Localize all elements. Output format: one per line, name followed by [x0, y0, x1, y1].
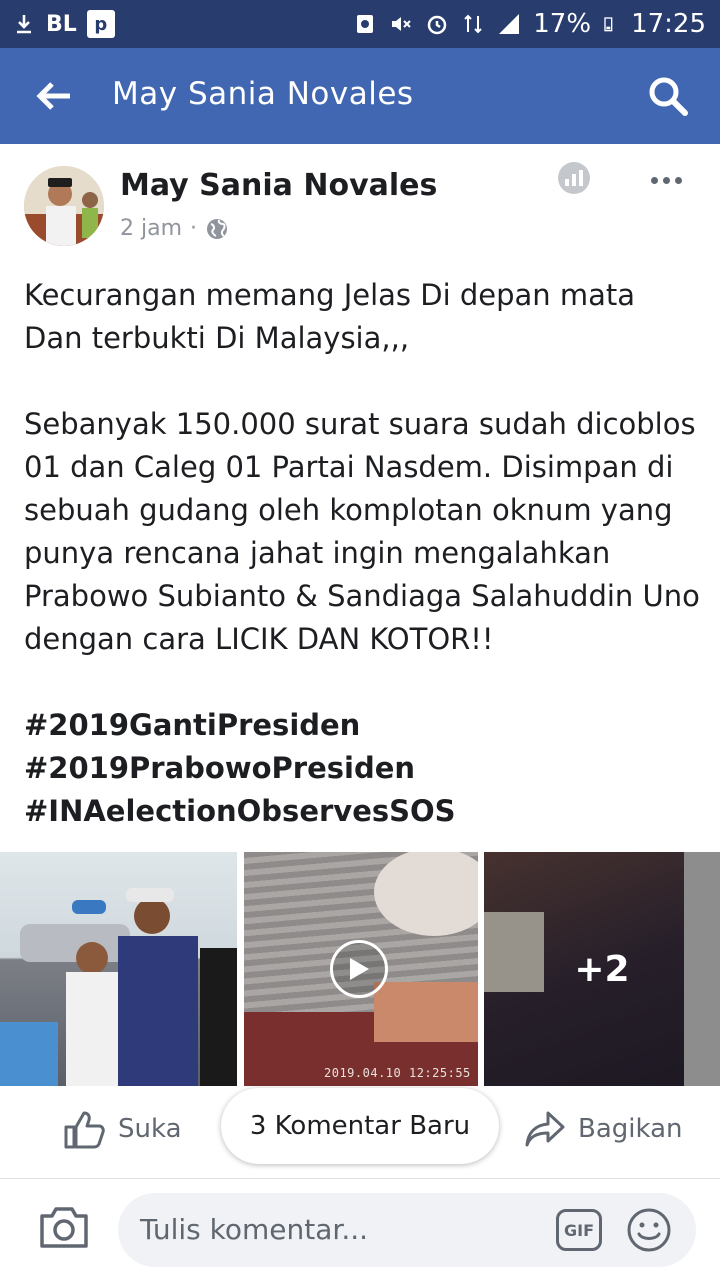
play-icon — [350, 958, 369, 980]
back-button[interactable] — [30, 74, 78, 118]
share-arrow-icon — [525, 1111, 565, 1147]
video-timestamp: 2019.04.10 12:25:55 — [324, 1066, 471, 1080]
search-button[interactable] — [644, 72, 692, 120]
dot-icon — [674, 176, 682, 184]
page-title: May Sania Novales — [112, 76, 414, 112]
app-bar: May Sania Novales — [0, 48, 720, 144]
comment-input[interactable]: Tulis komentar... GIF — [118, 1193, 696, 1267]
photo-thumbnail[interactable] — [0, 852, 237, 1086]
like-button[interactable]: Suka — [62, 1104, 182, 1154]
status-bar-right: 17% 17:25 — [353, 8, 706, 40]
arrow-left-icon — [36, 82, 70, 110]
comment-bar: Tulis komentar... GIF — [0, 1178, 720, 1280]
emoji-button[interactable] — [626, 1207, 672, 1253]
download-icon — [17, 15, 31, 34]
profile-photo-icon — [24, 166, 104, 246]
dot-icon — [650, 176, 658, 184]
clock: 17:25 — [631, 9, 706, 39]
post-text: Kecurangan memang Jelas Di depan mata Da… — [24, 274, 700, 833]
status-bar-left: BL p — [12, 8, 115, 40]
share-button[interactable]: Bagikan — [524, 1104, 683, 1154]
share-label: Bagikan — [578, 1114, 683, 1144]
camera-button[interactable] — [38, 1204, 90, 1250]
more-photos-count: +2 — [484, 852, 720, 1086]
post-paragraph: Sebanyak 150.000 surat suara sudah dicob… — [24, 407, 700, 656]
app-notification-icon: p — [86, 10, 115, 38]
avatar[interactable] — [24, 166, 104, 246]
status-bar: BL p 17% 17:25 — [0, 0, 720, 48]
video-thumbnail[interactable]: 2019.04.10 12:25:55 — [244, 852, 478, 1086]
data-network-icon — [464, 14, 482, 34]
hashtag-link[interactable]: #2019PrabowoPresiden — [24, 747, 700, 790]
comment-placeholder: Tulis komentar... — [140, 1213, 369, 1246]
like-label: Suka — [118, 1114, 182, 1144]
photo-people-icon — [0, 888, 237, 1086]
mute-icon — [392, 17, 411, 31]
meta-separator: · — [190, 216, 198, 241]
carrier-label: BL — [46, 11, 77, 37]
camera-icon — [40, 1207, 88, 1248]
post-paragraph: Kecurangan memang Jelas Di depan mata Da… — [24, 278, 636, 355]
new-comments-pill[interactable]: 3 Komentar Baru — [221, 1088, 499, 1164]
photo-thumbnail-more[interactable]: +2 — [484, 852, 720, 1086]
hashtag-list: #2019GantiPresiden #2019PrabowoPresiden … — [24, 704, 700, 833]
globe-icon — [207, 218, 228, 239]
alarm-icon — [428, 15, 447, 35]
thumbs-up-icon — [64, 1111, 105, 1149]
more-options-button[interactable] — [646, 168, 686, 192]
battery-icon — [604, 17, 613, 32]
post-author[interactable]: May Sania Novales — [120, 168, 437, 203]
bar-chart-icon[interactable] — [558, 162, 590, 194]
search-icon — [649, 77, 688, 116]
battery-percent: 17% — [533, 9, 592, 39]
hashtag-link[interactable]: #INAelectionObservesSOS — [24, 790, 700, 833]
smiley-icon — [627, 1208, 671, 1252]
dot-icon — [662, 176, 670, 184]
play-button[interactable] — [330, 940, 388, 998]
gif-button[interactable]: GIF — [556, 1209, 602, 1251]
recycle-notification-icon — [357, 15, 374, 33]
hashtag-link[interactable]: #2019GantiPresiden — [24, 704, 700, 747]
post-meta: 2 jam · — [120, 216, 229, 241]
post-time[interactable]: 2 jam — [120, 216, 182, 241]
signal-icon — [499, 14, 520, 34]
